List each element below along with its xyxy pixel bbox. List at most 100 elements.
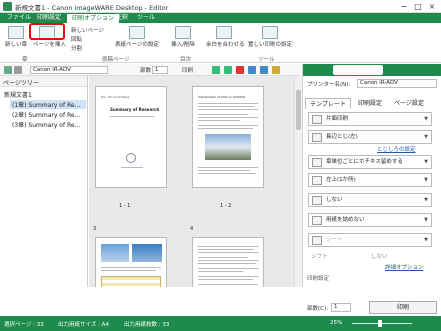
fit-margins-icon [216, 26, 232, 39]
scroll-thumb[interactable] [296, 90, 301, 130]
page3-number: 3 [93, 226, 97, 232]
quick-toolbar: Canon iR-ADV 部数 1 印刷 [0, 64, 300, 76]
page-tree-title: ページツリー [3, 80, 39, 87]
print-button[interactable]: 印刷 [182, 66, 193, 74]
new-chapter-icon [8, 26, 24, 39]
status-bar: 選択ページ : 33 出力用紙サイズ : A4 出力用紙枚数 : 33 25% [0, 316, 441, 331]
save-print-settings-button[interactable]: 置しい印刷の設定 [246, 26, 294, 48]
page1-number: 1 - 1 [119, 203, 131, 209]
detail-options-link[interactable]: 詳細オプション [385, 263, 424, 271]
display-settings-label: 表紙ページの設定 [115, 42, 159, 48]
new-chapter-button[interactable]: 新しい章 [4, 26, 28, 48]
page-thumbnail-1[interactable]: Pro. XX Committee Summary of Research [95, 86, 167, 188]
maximize-button[interactable]: □ [411, 0, 425, 13]
print-submit-button[interactable]: 印刷 [369, 301, 437, 314]
data-table [101, 276, 161, 287]
map-image [101, 244, 129, 262]
copies-c-label: 部数(C): [307, 306, 328, 312]
staple-position-dropdown[interactable]: 左上(1か所) ▼ [308, 173, 432, 187]
delete-icon[interactable] [236, 66, 244, 74]
status-output-size: 出力用紙サイズ : A4 [58, 322, 109, 328]
insert-delete-button[interactable]: 挿入/削除 [168, 26, 198, 48]
staple-dropdown[interactable]: 章単位ごとにホチキス留めする ▼ [308, 155, 432, 169]
copies-input[interactable]: 1 [152, 66, 168, 74]
preview-scrollbar[interactable] [294, 76, 302, 287]
printer-name-select[interactable]: Canon iR-ADV [357, 79, 437, 88]
cut-icon[interactable] [248, 66, 256, 74]
highlight-box [29, 23, 65, 40]
copy-icon[interactable] [260, 66, 268, 74]
menu-tools[interactable]: ツール [132, 13, 160, 23]
save-print-settings-label: 置しい印刷の設定 [247, 42, 292, 48]
status-output-pages: 出力用紙枚数 : 33 [124, 322, 170, 328]
zoom-slider-thumb[interactable] [378, 320, 382, 327]
page-thumbnail-2[interactable]: Introduction of XXX on XXXXXX [192, 86, 264, 188]
punch-dropdown[interactable]: しない ▼ [308, 193, 432, 207]
annotation-tab-bar [303, 64, 441, 76]
paste-icon[interactable] [272, 66, 280, 74]
tree-item-1[interactable]: (1章) Summary of Re... [10, 100, 86, 109]
window-title: 新規文書1 - Canon imageWARE Desktop - Editor [15, 4, 169, 12]
shift-checkbox[interactable]: シフト [311, 252, 328, 260]
tree-item-3[interactable]: (3章) Summary of Re... [10, 120, 86, 129]
list-icon[interactable] [14, 66, 22, 74]
redo-icon[interactable] [224, 66, 232, 74]
title-bar: 新規文書1 - Canon imageWARE Desktop - Editor… [0, 0, 441, 13]
page-tree-panel: ページツリー 新規文書1 (1章) Summary of Re... (2章) … [0, 76, 88, 287]
ribbon-group-labels: 章 原稿ページ 目次 ツール [0, 55, 441, 63]
print-footer: 部数(C): 1 印刷 [303, 298, 441, 316]
menu-file[interactable]: ファイル [2, 13, 36, 23]
close-button[interactable]: × [425, 0, 439, 13]
photo-image [205, 134, 251, 160]
zoom-slider[interactable] [352, 323, 412, 324]
page1-org: Pro. XX Committee [101, 95, 130, 99]
page-thumbnail-4[interactable] [192, 237, 264, 287]
app-icon [3, 2, 12, 11]
tree-item-2[interactable]: (2章) Summary of Re... [10, 110, 86, 119]
insert-delete-label: 挿入/削除 [171, 42, 195, 48]
group-chapter: 章 [22, 57, 28, 63]
tab-print-settings[interactable]: 印刷設定 [352, 98, 388, 109]
undo-icon[interactable] [212, 66, 220, 74]
rotate-button[interactable]: 回転 [71, 35, 82, 43]
copies-label: 部数 [140, 68, 152, 74]
binding-margin-link[interactable]: とじしろの設定 [377, 145, 416, 153]
settings-panel: プリンター名(N): Canon iR-ADV テンプレート 印刷設定 ページ設… [302, 64, 441, 287]
status-selected-pages: 選択ページ : 33 [4, 322, 44, 328]
paper-fold-dropdown[interactable]: 用紙を詰めない ▼ [308, 213, 432, 227]
shift-none-checkbox[interactable]: しない [371, 252, 388, 260]
group-toc: 目次 [180, 57, 192, 63]
tab-template[interactable]: テンプレート [305, 98, 351, 109]
new-page-button[interactable]: 新しいページ [71, 26, 104, 34]
sheet-dropdown[interactable]: シート ▼ [308, 233, 432, 247]
new-chapter-label: 新しい章 [4, 42, 27, 48]
page2-number: 1 - 2 [220, 203, 232, 209]
tab-page-settings[interactable]: ページ設定 [389, 98, 429, 109]
fit-margins-label: 余白を合わせる [206, 42, 245, 48]
view-icon[interactable] [4, 66, 12, 74]
duplex-dropdown[interactable]: 片面印刷 ▼ [308, 112, 432, 126]
water-image [132, 244, 162, 262]
menu-annotation[interactable]: 注釈 [111, 13, 133, 23]
minimize-button[interactable]: − [397, 0, 411, 13]
zoom-level: 25% [330, 320, 343, 326]
binding-dropdown[interactable]: 長辺とじ(左) ▼ [308, 130, 432, 144]
group-page: 原稿ページ [102, 57, 130, 63]
tree-root[interactable]: 新規文書1 [4, 90, 32, 99]
page-preview-area: Pro. XX Committee Summary of Research 1 … [89, 76, 302, 287]
menu-print-settings[interactable]: 印刷設定 [32, 13, 66, 23]
seal-icon [126, 153, 136, 163]
page4-number: 4 [190, 226, 194, 232]
display-settings-icon [129, 26, 145, 39]
copies-c-input[interactable]: 1 [331, 303, 351, 312]
display-settings-button[interactable]: 表紙ページの設定 [114, 26, 160, 48]
printer-select[interactable]: Canon iR-ADV [30, 66, 108, 74]
fit-margins-button[interactable]: 余白を合わせる [206, 26, 245, 48]
split-button[interactable]: 分割 [71, 44, 82, 52]
menu-bar: ファイル 印刷設定 印刷オプション 注釈 ツール [0, 13, 441, 23]
printer-name-label: プリンター名(N): [307, 82, 351, 88]
save-print-settings-icon [262, 26, 278, 39]
print-settings-label: 印刷設定 [307, 276, 330, 282]
group-tools: ツール [258, 57, 275, 63]
page-thumbnail-3[interactable] [95, 237, 167, 287]
